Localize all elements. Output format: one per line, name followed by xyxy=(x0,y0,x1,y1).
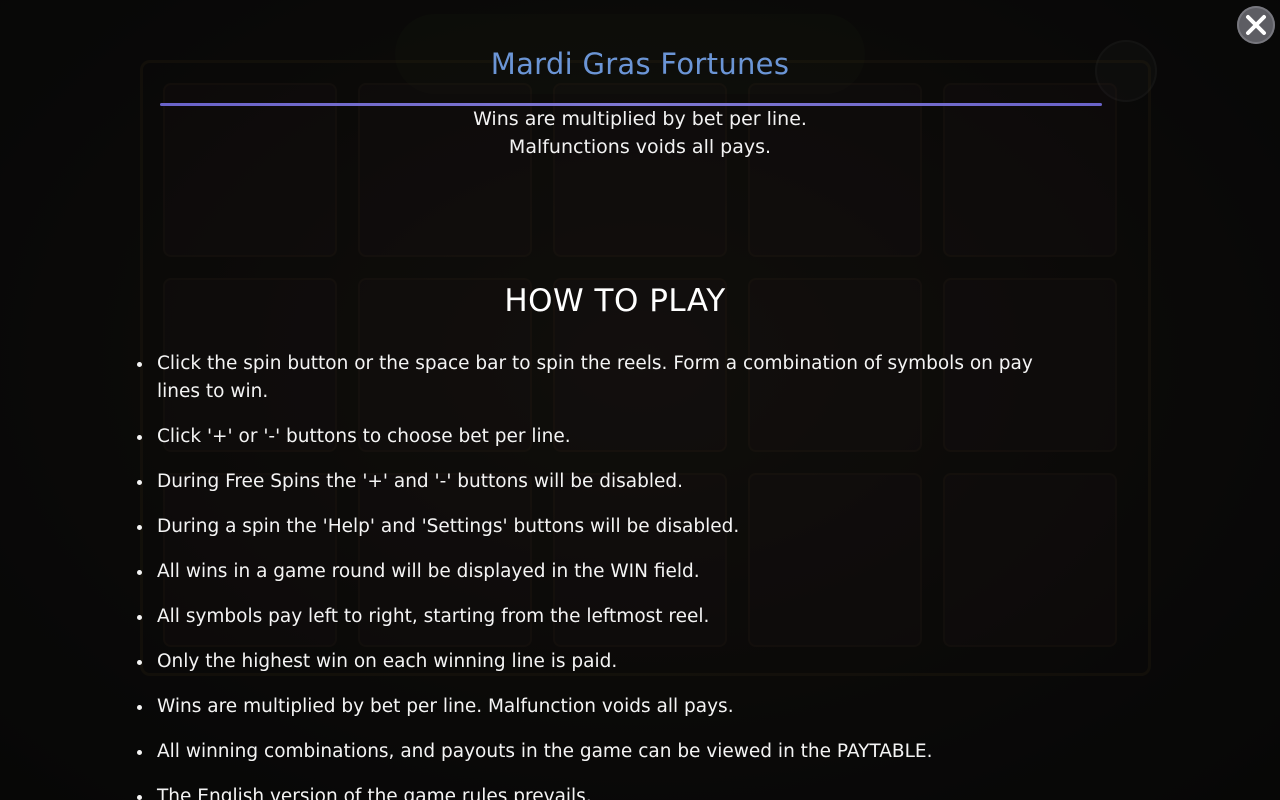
title-divider xyxy=(160,103,1102,106)
rule-item: All symbols pay left to right, starting … xyxy=(137,603,1077,631)
subtitle-line: Wins are multiplied by bet per line. xyxy=(473,108,807,130)
bullet xyxy=(137,705,142,710)
bullet xyxy=(137,750,142,755)
game-title: Mardi Gras Fortunes xyxy=(490,47,790,81)
rule-text: Only the highest win on each winning lin… xyxy=(157,651,618,672)
rule-item: Only the highest win on each winning lin… xyxy=(137,648,1077,676)
rule-text: All winning combinations, and payouts in… xyxy=(157,741,933,762)
rule-text: Wins are multiplied by bet per line. Mal… xyxy=(157,696,734,717)
rule-text: Click the spin button or the space bar t… xyxy=(157,353,1033,402)
section-heading: HOW TO PLAY xyxy=(504,283,726,319)
rule-item: During Free Spins the '+' and '-' button… xyxy=(137,468,1077,496)
rule-text: All symbols pay left to right, starting … xyxy=(157,606,710,627)
rule-text: Click '+' or '-' buttons to choose bet p… xyxy=(157,426,571,447)
rule-item: The English version of the game rules pr… xyxy=(137,783,1077,800)
bullet xyxy=(137,570,142,575)
rule-item: During a spin the 'Help' and 'Settings' … xyxy=(137,513,1077,541)
bullet xyxy=(137,615,142,620)
rule-item: Wins are multiplied by bet per line. Mal… xyxy=(137,693,1077,721)
bullet xyxy=(137,435,142,440)
help-screen: Mardi Gras Fortunes Wins are multiplied … xyxy=(0,0,1280,800)
subtitle-line: Malfunctions voids all pays. xyxy=(508,136,772,158)
close-icon xyxy=(1246,15,1266,35)
rule-text: The English version of the game rules pr… xyxy=(157,786,592,800)
bullet xyxy=(137,660,142,665)
rule-item: Click '+' or '-' buttons to choose bet p… xyxy=(137,423,1077,451)
rule-item: Click the spin button or the space bar t… xyxy=(137,350,1077,406)
bullet xyxy=(137,525,142,530)
close-button[interactable] xyxy=(1237,6,1275,44)
rules-list: Click the spin button or the space bar t… xyxy=(137,350,1077,800)
bullet xyxy=(137,795,142,800)
rule-text: During Free Spins the '+' and '-' button… xyxy=(157,471,684,492)
bullet xyxy=(137,480,142,485)
bullet xyxy=(137,362,142,367)
rule-item: All wins in a game round will be display… xyxy=(137,558,1077,586)
rule-text: During a spin the 'Help' and 'Settings' … xyxy=(157,516,740,537)
rule-item: All winning combinations, and payouts in… xyxy=(137,738,1077,766)
rule-text: All wins in a game round will be display… xyxy=(157,561,700,582)
